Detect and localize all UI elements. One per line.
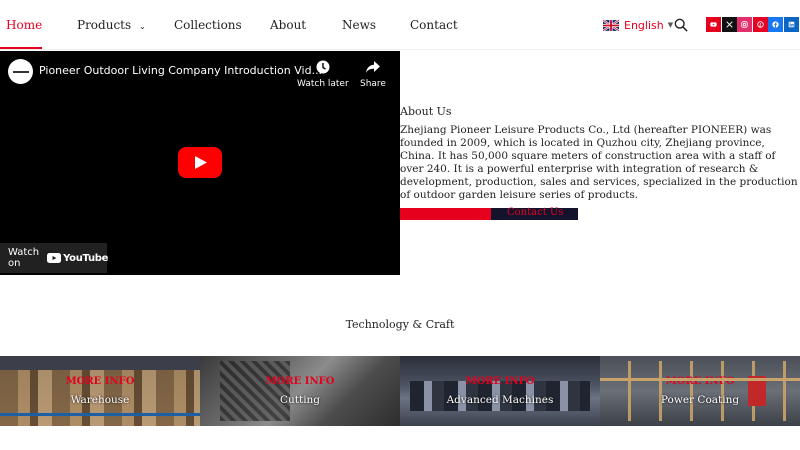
caret-down-icon: ▼ [667,21,674,29]
card-label: Cutting [279,394,321,406]
card-power-coating[interactable]: MORE INFO Power Coating [600,356,800,426]
youtube-logo: YouTube [47,253,108,264]
video-title[interactable]: Pioneer Outdoor Living Company Introduct… [39,64,322,77]
contact-us-label: Contact Us [507,207,564,218]
card-label: Warehouse [70,394,130,406]
about-paragraph: Zhejiang Pioneer Leisure Products Co., L… [400,124,798,201]
more-info-label[interactable]: MORE INFO [600,376,800,387]
more-info-label[interactable]: MORE INFO [0,376,200,387]
youtube-video-embed[interactable]: Pioneer Outdoor Living Company Introduct… [0,51,400,275]
technology-heading: Technology & Craft [345,318,455,331]
clock-icon [316,60,330,74]
language-label: English [624,18,664,32]
watch-later-label: Watch later [297,79,349,89]
top-navigation: Home Products ⌄ Collections About News Co… [0,0,800,50]
youtube-wordmark: YouTube [63,252,109,264]
nav-item-collections[interactable]: Collections [174,0,242,50]
nav-item-home[interactable]: Home [6,0,42,50]
card-cutting[interactable]: MORE INFO Cutting [200,356,400,426]
nav-item-contact[interactable]: Contact [410,0,458,50]
share-button[interactable]: Share [360,59,386,89]
card-advanced-machines[interactable]: MORE INFO Advanced Machines [400,356,600,426]
technology-cards: MORE INFO Warehouse MORE INFO Cutting MO… [0,356,800,426]
nav-item-label: Contact [410,18,458,32]
youtube-icon[interactable] [706,17,721,32]
nav-item-products[interactable]: Products ⌄ [77,0,146,50]
more-info-label[interactable]: MORE INFO [400,376,600,387]
more-info-label[interactable]: MORE INFO [200,376,400,387]
social-links [706,17,799,32]
nav-item-label: Collections [174,18,242,32]
card-label: Advanced Machines [446,394,554,406]
nav-item-label: News [342,18,377,32]
uk-flag-icon [603,19,619,31]
share-icon [365,61,380,73]
about-heading: About Us [400,105,452,118]
watch-on-label: Watch on [8,247,40,269]
language-selector[interactable]: English ▼ [603,17,673,33]
watch-later-button[interactable]: Watch later [297,59,349,89]
nav-item-label: About [270,18,307,32]
nav-item-label: Home [6,18,43,32]
x-twitter-icon[interactable] [721,17,737,32]
instagram-icon[interactable] [737,17,752,32]
linkedin-icon[interactable] [783,17,799,32]
share-label: Share [360,79,386,89]
watch-on-youtube-button[interactable]: Watch on YouTube [0,243,108,273]
channel-avatar[interactable] [8,59,33,84]
nav-item-about[interactable]: About [270,0,306,50]
facebook-icon[interactable] [768,17,783,32]
nav-item-label: Products [77,18,132,32]
play-button-icon[interactable] [178,147,222,178]
nav-item-news[interactable]: News [342,0,376,50]
card-label: Power Coating [660,394,740,406]
active-nav-underline [0,47,42,49]
search-icon[interactable] [674,18,688,32]
chevron-down-icon: ⌄ [139,22,146,31]
contact-us-button[interactable]: Contact Us [400,207,578,220]
card-warehouse[interactable]: MORE INFO Warehouse [0,356,200,426]
pinterest-icon[interactable] [752,17,768,32]
youtube-logo-icon [47,253,62,263]
